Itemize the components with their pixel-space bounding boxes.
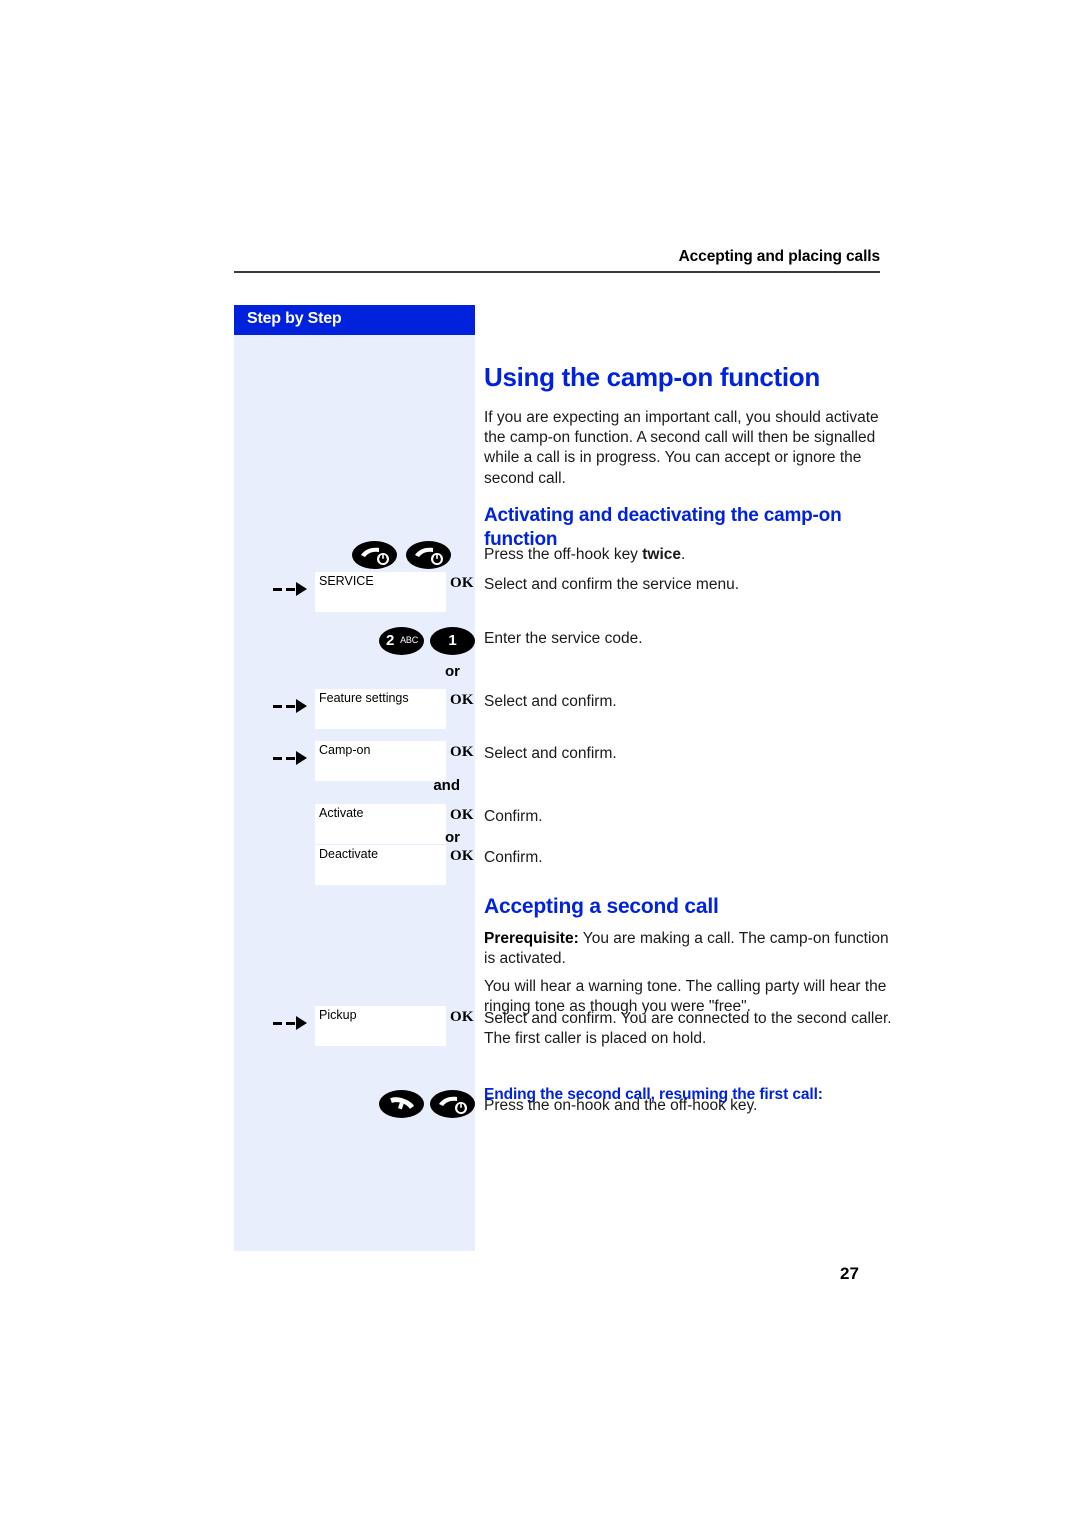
display-text: Deactivate — [319, 847, 379, 861]
display-field-service[interactable]: SERVICE — [315, 572, 446, 612]
step-instruction-activate: Confirm. — [484, 808, 543, 825]
step-control-camp-on: Camp-on OK — [234, 741, 475, 781]
display-field-feature-settings[interactable]: Feature settings — [315, 689, 446, 729]
navigate-arrow-icon — [273, 698, 313, 714]
display-text: SERVICE — [319, 574, 374, 588]
step-control-feature-settings: Feature settings OK — [234, 689, 475, 729]
step-instruction-pickup: Select and confirm. You are connected to… — [484, 1010, 892, 1048]
display-text: Activate — [319, 806, 364, 820]
step-instruction-service-code: Enter the service code. — [484, 630, 643, 647]
off-hook-key-glyph — [439, 1096, 467, 1114]
step-icons-offhook-twice — [234, 537, 475, 577]
step-control-pickup: Pickup OK — [234, 1006, 475, 1046]
connector-word-or: or — [445, 829, 460, 846]
header-divider — [234, 271, 880, 273]
instruction-text-lead: Press the off-hook key — [484, 546, 643, 563]
ok-softkey[interactable]: OK — [450, 744, 474, 761]
display-text: Camp-on — [319, 743, 371, 757]
connector-word-and: and — [433, 777, 460, 794]
ok-softkey[interactable]: OK — [450, 692, 474, 709]
step-instruction-feature-settings: Select and confirm. — [484, 693, 617, 710]
display-field-camp-on[interactable]: Camp-on — [315, 741, 446, 781]
instruction-emphasis: twice — [642, 546, 682, 563]
running-header: Accepting and placing calls — [234, 248, 880, 273]
intro-paragraph: If you are expecting an important call, … — [484, 408, 879, 487]
step-instruction-service: Select and confirm the service menu. — [484, 576, 740, 593]
step-instruction-onhook-offhook: Press the on-hook and the off-hook key. — [484, 1097, 758, 1114]
off-hook-key-icon — [430, 1090, 475, 1118]
display-field-deactivate[interactable]: Deactivate — [315, 845, 446, 885]
dialpad-key-letters: ABC — [400, 635, 418, 645]
navigate-arrow-icon — [273, 1015, 313, 1031]
instruction-text-tail: . — [681, 546, 686, 563]
display-text: Feature settings — [319, 691, 409, 705]
running-head-text: Accepting and placing calls — [678, 248, 881, 265]
off-hook-key-icon — [352, 541, 397, 569]
step-icons-onhook-offhook — [234, 1086, 475, 1126]
on-hook-key-glyph — [390, 1097, 415, 1110]
display-text: Pickup — [319, 1008, 357, 1022]
connector-word-or: or — [445, 663, 460, 680]
step-by-step-title-bar: Step by Step — [234, 305, 475, 335]
prerequisite-paragraph: Prerequisite: You are making a call. The… — [484, 929, 889, 970]
step-instruction-camp-on: Select and confirm. — [484, 745, 617, 762]
step-keys-service-code: 2 ABC 1 — [234, 624, 475, 664]
step-control-service: SERVICE OK — [234, 572, 475, 612]
section-heading-accepting: Accepting a second call — [484, 895, 719, 919]
step-control-deactivate: Deactivate OK — [234, 845, 475, 885]
ok-softkey[interactable]: OK — [450, 807, 474, 824]
navigate-arrow-icon — [273, 581, 313, 597]
on-hook-key-icon — [379, 1090, 424, 1118]
step-by-step-label: Step by Step — [247, 310, 342, 327]
off-hook-key-icon — [406, 541, 451, 569]
page-title: Using the camp-on function — [484, 362, 820, 393]
dialpad-key-digit: 1 — [448, 632, 457, 649]
step-instruction-deactivate: Confirm. — [484, 849, 543, 866]
dialpad-key-1-icon: 1 — [430, 627, 475, 655]
ok-softkey[interactable]: OK — [450, 1009, 474, 1026]
prerequisite-label: Prerequisite: — [484, 929, 579, 947]
ok-softkey[interactable]: OK — [450, 575, 474, 592]
step-instruction-offhook-twice: Press the off-hook key twice. — [484, 545, 894, 565]
navigate-arrow-icon — [273, 750, 313, 766]
display-field-pickup[interactable]: Pickup — [315, 1006, 446, 1046]
ok-softkey[interactable]: OK — [450, 848, 474, 865]
page-number: 27 — [840, 1264, 859, 1283]
off-hook-key-glyph — [415, 547, 443, 565]
off-hook-key-glyph — [361, 547, 389, 565]
dialpad-key-2-icon: 2 ABC — [379, 627, 424, 655]
